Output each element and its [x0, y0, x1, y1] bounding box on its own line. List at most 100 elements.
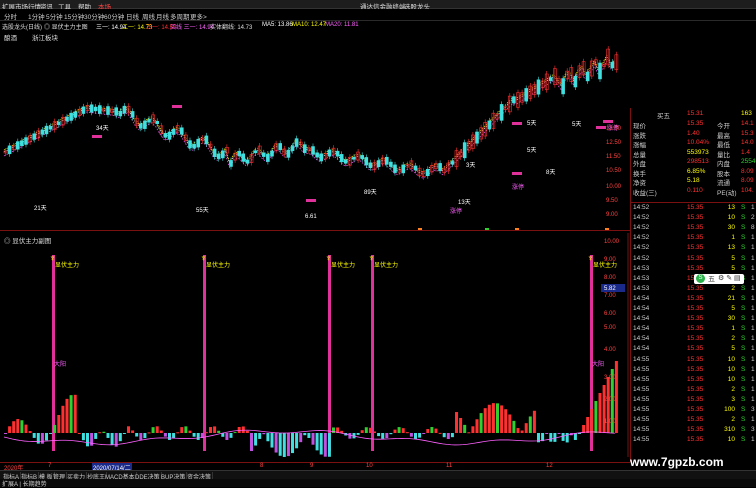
panel-divider: [0, 230, 630, 231]
watermark: www.7gpzb.com: [630, 455, 724, 469]
main-kline-chart[interactable]: 34天21天 55天89天6.615天3天13天5天8天5天涨停涨停涨停13.50…: [0, 42, 630, 230]
quote-value: 14.0: [741, 139, 754, 146]
histogram-bar: [426, 429, 430, 433]
candle-body: [167, 131, 172, 140]
ime-settings-icon[interactable]: ⚙ ✎ ▤: [718, 274, 741, 282]
period-5min[interactable]: 5分钟: [46, 11, 63, 21]
info-ma5: MA5: 13.86: [262, 22, 293, 28]
period-more[interactable]: 更多>: [190, 11, 207, 21]
kline-annotation: 5天: [527, 147, 536, 154]
histogram-bar: [532, 410, 536, 433]
tick-count: 1: [751, 274, 755, 282]
tick-time: 14:54: [633, 315, 650, 323]
candle-body: [335, 150, 340, 157]
period-weekly[interactable]: 周线: [142, 11, 155, 21]
stock-name: 酿酒: [4, 35, 17, 42]
candle-body: [212, 148, 217, 157]
kline-annotation: 55天: [196, 207, 209, 214]
histogram-bar: [364, 427, 368, 433]
tick-volume: 10: [727, 436, 735, 444]
tick-direction: S: [741, 436, 746, 444]
tick-count: 1: [751, 416, 755, 424]
histogram-bar: [270, 433, 274, 448]
status-bar: 扩展A | 长期趋势: [0, 479, 756, 488]
indicator-axis-label: 9.00: [604, 257, 616, 263]
histogram-bar: [102, 431, 106, 433]
period-daily[interactable]: 日线: [126, 11, 139, 21]
quote-top-vol: 163: [741, 110, 752, 117]
candle-body: [65, 116, 69, 122]
candle-body: [196, 138, 200, 148]
quote-label: 今开: [717, 123, 730, 130]
ma5-line: [3, 56, 616, 175]
histogram-bar: [557, 433, 561, 434]
histogram-bar: [184, 426, 188, 433]
signal-label: 显伏主力: [55, 261, 79, 269]
histogram-bar: [262, 433, 266, 435]
stock-sector[interactable]: 浙江板块: [32, 32, 58, 42]
kline-annotation: 涨停: [450, 207, 462, 215]
quote-value: 5.18: [687, 177, 700, 184]
tick-row: 14:52 15.35 30 S 8: [631, 224, 756, 233]
quote-value: 1.40: [687, 129, 700, 137]
histogram-bar: [602, 385, 606, 433]
tick-count: 1: [751, 345, 755, 353]
kline-annotation: 89天: [364, 189, 377, 196]
period-1min[interactable]: 1分钟: [28, 11, 45, 21]
tick-row: 14:55 15.35 2 S 1: [631, 416, 756, 425]
tick-direction: S: [741, 264, 746, 272]
tick-time: 14:52: [633, 214, 650, 222]
tick-direction: S: [741, 294, 746, 302]
tick-time: 14:55: [633, 365, 650, 373]
tick-direction: S: [741, 204, 746, 211]
indicator-axis-label: 5.82: [604, 286, 616, 292]
histogram-bar: [209, 427, 212, 433]
histogram-bar: [414, 433, 417, 439]
date-label: 9: [310, 463, 314, 469]
indicator-chart[interactable]: ♆显伏主力♆显伏主力♆显伏主力♆显伏主力♆显伏主力大阳 大阳10.009.008.…: [0, 233, 630, 457]
tick-price: 15.35: [687, 254, 704, 262]
candle-body: [237, 150, 241, 157]
quote-label: 总量: [633, 151, 646, 159]
tick-row: 14:54 15.35 21 S 1: [631, 295, 756, 304]
candle-body: [106, 106, 110, 115]
tick-direction: S: [741, 254, 746, 262]
ime-toolbar[interactable]: S 五 ⚙ ✎ ▤: [694, 274, 744, 284]
signal-bar: [328, 255, 331, 451]
tick-count: 3: [751, 426, 755, 434]
tick-price: 15.35: [687, 234, 704, 242]
period-30min[interactable]: 30分钟: [84, 11, 104, 21]
candle-body: [368, 162, 373, 168]
histogram-bar: [360, 430, 364, 433]
period-multi[interactable]: 多周期: [170, 11, 190, 21]
indicator-title[interactable]: ◎ 显伏主力副图: [4, 235, 51, 245]
tick-time: 14:54: [633, 335, 650, 343]
period-monthly[interactable]: 月线: [156, 11, 169, 21]
tick-time: 14:55: [633, 416, 650, 424]
tick-count: 1: [751, 234, 755, 242]
tick-count: 1: [751, 365, 755, 373]
candle-body: [241, 153, 246, 162]
histogram-bar: [94, 433, 98, 439]
tick-volume: 1: [731, 325, 735, 333]
candle-body: [315, 152, 319, 158]
candle-body: [245, 159, 250, 164]
tick-count: 1: [751, 204, 755, 211]
tick-volume: 2: [731, 385, 735, 393]
candle-body: [114, 107, 118, 116]
candle-body: [384, 156, 389, 165]
period-60min[interactable]: 60分钟: [104, 11, 124, 21]
candle-body: [573, 75, 578, 88]
tick-price: 15.35: [687, 416, 704, 424]
period-15min[interactable]: 15分钟: [64, 11, 84, 21]
histogram-bar: [127, 426, 130, 433]
histogram-bar: [131, 430, 135, 433]
tick-volume: 310: [724, 426, 735, 434]
histogram-bar: [471, 426, 475, 433]
indicator-axis-label: 1.00: [604, 419, 616, 425]
candle-body: [360, 155, 365, 160]
info-indicator[interactable]: ◎ 显伏主力主图: [44, 22, 88, 31]
period-intraday[interactable]: 分时: [4, 11, 17, 21]
histogram-bar: [266, 433, 270, 442]
candle-body: [98, 105, 102, 114]
